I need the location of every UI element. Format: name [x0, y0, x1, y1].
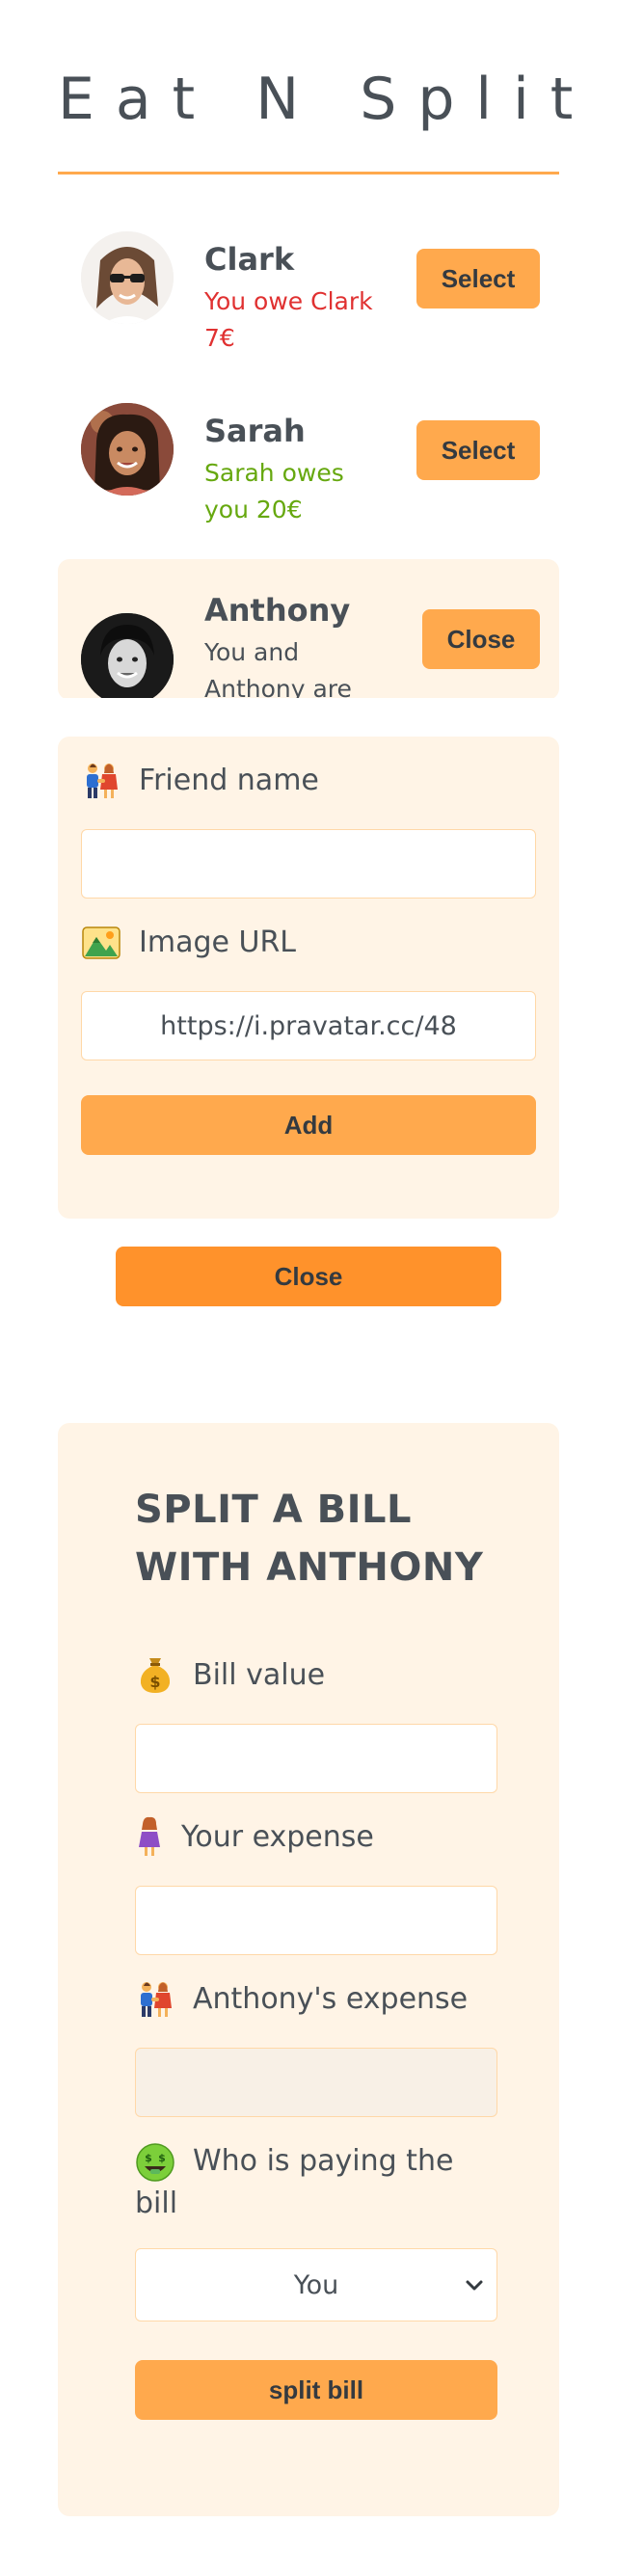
- split-bill-form: SPLIT A BILL WITH ANTHONY $ Bill value Y…: [58, 1423, 559, 2516]
- payer-label-text: Who is paying the bill: [135, 2144, 454, 2220]
- avatar-sarah-image: [81, 403, 174, 496]
- couple-icon: [135, 1978, 175, 2019]
- avatar: [81, 231, 174, 324]
- your-expense-label: Your expense: [135, 1816, 374, 1857]
- friend-name-input[interactable]: [81, 829, 536, 899]
- woman-icon: [135, 1816, 164, 1857]
- avatar-anthony-image: [81, 613, 174, 698]
- friend-balance-status: You owe Clark 7€: [204, 287, 373, 352]
- avatar: [81, 403, 174, 496]
- avatar-clark-image: [81, 231, 174, 324]
- your-expense-label-text: Your expense: [181, 1819, 374, 1854]
- friend-item-anthony: Anthony You and Anthony are even Close: [58, 559, 559, 698]
- friends-list: Clark You owe Clark 7€ Select Sarah Sara: [58, 202, 559, 698]
- close-friend-button[interactable]: Close: [422, 609, 540, 669]
- close-add-form-button[interactable]: Close: [116, 1247, 501, 1306]
- svg-text:$: $: [145, 2152, 152, 2164]
- bill-value-label: $ Bill value: [135, 1654, 325, 1695]
- friend-item-clark: Clark You owe Clark 7€ Select: [58, 202, 559, 352]
- friend-name: Sarah: [204, 413, 306, 449]
- payer-label: $ $ Who is paying the bill: [135, 2140, 501, 2225]
- split-bill-button[interactable]: split bill: [135, 2360, 497, 2420]
- couple-icon: [81, 760, 121, 800]
- add-friend-button[interactable]: Add: [81, 1095, 536, 1155]
- friend-name: Clark: [204, 241, 295, 278]
- app-title: Eat N Split: [58, 66, 595, 133]
- friend-name-label: Friend name: [81, 760, 319, 800]
- svg-text:$: $: [158, 2152, 166, 2164]
- image-url-label-text: Image URL: [139, 925, 297, 959]
- friend-name: Anthony: [204, 592, 351, 629]
- image-url-label: Image URL: [81, 922, 296, 962]
- add-friend-form: Friend name Image URL https://i.pravatar…: [58, 737, 559, 1219]
- your-expense-input[interactable]: [135, 1886, 497, 1955]
- image-url-input[interactable]: https://i.pravatar.cc/48: [81, 991, 536, 1060]
- avatar: [81, 613, 174, 698]
- select-friend-button[interactable]: Select: [416, 249, 540, 309]
- chevron-down-icon: [466, 2280, 483, 2291]
- bill-value-label-text: Bill value: [193, 1657, 326, 1692]
- friend-expense-label-text: Anthony's expense: [193, 1981, 469, 2016]
- landscape-icon: [81, 922, 121, 962]
- payer-select[interactable]: You: [135, 2248, 497, 2321]
- app-page: Eat N Split Clark You owe Clark 7€ Selec…: [0, 0, 617, 2576]
- select-friend-button[interactable]: Select: [416, 420, 540, 480]
- money-bag-icon: $: [135, 1654, 175, 1695]
- split-bill-title: SPLIT A BILL WITH ANTHONY: [135, 1488, 484, 1590]
- payer-select-value: You: [293, 2269, 339, 2300]
- friend-name-label-text: Friend name: [139, 763, 319, 797]
- bill-value-input[interactable]: [135, 1724, 497, 1793]
- friend-balance-status: Sarah owes you 20€: [204, 459, 344, 523]
- friend-balance-status: You and Anthony are even: [204, 638, 352, 698]
- svg-text:$: $: [149, 1673, 160, 1691]
- friend-expense-label: Anthony's expense: [135, 1978, 468, 2019]
- money-mouth-face-icon: $ $: [135, 2142, 175, 2183]
- friend-expense-input: [135, 2048, 497, 2117]
- title-divider: [58, 172, 559, 174]
- friend-item-sarah: Sarah Sarah owes you 20€ Select: [58, 374, 559, 523]
